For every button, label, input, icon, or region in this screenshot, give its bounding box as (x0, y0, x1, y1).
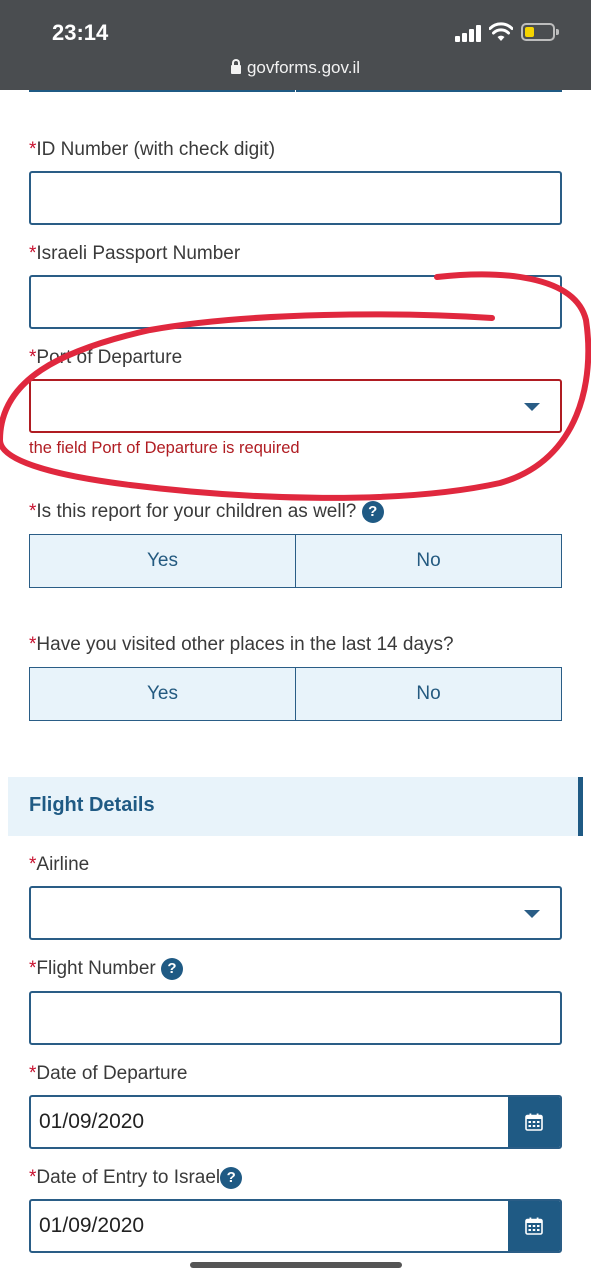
status-bar: 23:14 govforms.gov.il (0, 0, 591, 90)
help-icon[interactable]: ? (161, 958, 184, 980)
children-no-button[interactable]: No (295, 535, 561, 587)
flight-number-input[interactable] (29, 991, 562, 1045)
passport-label: *Israeli Passport Number (29, 243, 240, 265)
entry-date-label: *Date of Entry to Israel? (29, 1167, 243, 1189)
label-text: Port of Departure (36, 347, 183, 368)
home-indicator (190, 1262, 402, 1268)
port-error-message: the field Port of Departure is required (29, 439, 300, 457)
label-text: Israeli Passport Number (36, 243, 241, 264)
label-text: Is this report for your children as well… (36, 501, 357, 522)
section-title: Flight Details (29, 794, 155, 816)
flight-number-label: *Flight Number ? (29, 958, 184, 980)
label-text: Flight Number (36, 958, 156, 979)
chevron-down-icon (524, 910, 540, 918)
flight-details-section-header: Flight Details (8, 777, 583, 836)
entry-date-input[interactable]: 01/09/2020 (29, 1199, 562, 1253)
lock-icon (230, 59, 241, 74)
id-number-input[interactable] (29, 171, 562, 225)
children-yes-button[interactable]: Yes (30, 535, 295, 587)
battery-icon (521, 23, 559, 41)
id-number-label: *ID Number (with check digit) (29, 139, 275, 161)
address-bar[interactable]: govforms.gov.il (0, 58, 591, 78)
passport-number-input[interactable] (29, 275, 562, 329)
visited-toggle: Yes No (29, 667, 562, 721)
help-icon[interactable]: ? (220, 1167, 243, 1189)
calendar-icon (525, 1113, 543, 1131)
label-text: Date of Entry to Israel (36, 1167, 221, 1188)
chevron-down-icon (524, 403, 540, 411)
previous-field-edge (29, 86, 295, 92)
clock: 23:14 (52, 20, 109, 45)
help-icon[interactable]: ? (361, 501, 384, 523)
date-value: 01/09/2020 (39, 1110, 145, 1133)
port-of-departure-select[interactable] (29, 379, 562, 433)
url-text: govforms.gov.il (246, 58, 361, 77)
calendar-button[interactable] (508, 1097, 560, 1147)
port-of-departure-label: *Port of Departure (29, 347, 182, 369)
wifi-icon (489, 22, 513, 41)
visited-yes-button[interactable]: Yes (30, 668, 295, 720)
visited-no-button[interactable]: No (295, 668, 561, 720)
calendar-icon (525, 1217, 543, 1235)
airline-select[interactable] (29, 886, 562, 940)
visited-question-label: *Have you visited other places in the la… (29, 634, 454, 656)
departure-date-label: *Date of Departure (29, 1063, 187, 1085)
date-value: 01/09/2020 (39, 1214, 145, 1237)
label-text: ID Number (with check digit) (36, 139, 276, 160)
label-text: Airline (36, 854, 90, 875)
airline-label: *Airline (29, 854, 89, 876)
departure-date-input[interactable]: 01/09/2020 (29, 1095, 562, 1149)
calendar-button[interactable] (508, 1201, 560, 1251)
label-text: Have you visited other places in the las… (36, 634, 454, 655)
previous-field-edge (296, 86, 562, 92)
label-text: Date of Departure (36, 1063, 188, 1084)
children-question-label: *Is this report for your children as wel… (29, 501, 384, 523)
cellular-signal-icon (455, 24, 483, 42)
children-toggle: Yes No (29, 534, 562, 588)
